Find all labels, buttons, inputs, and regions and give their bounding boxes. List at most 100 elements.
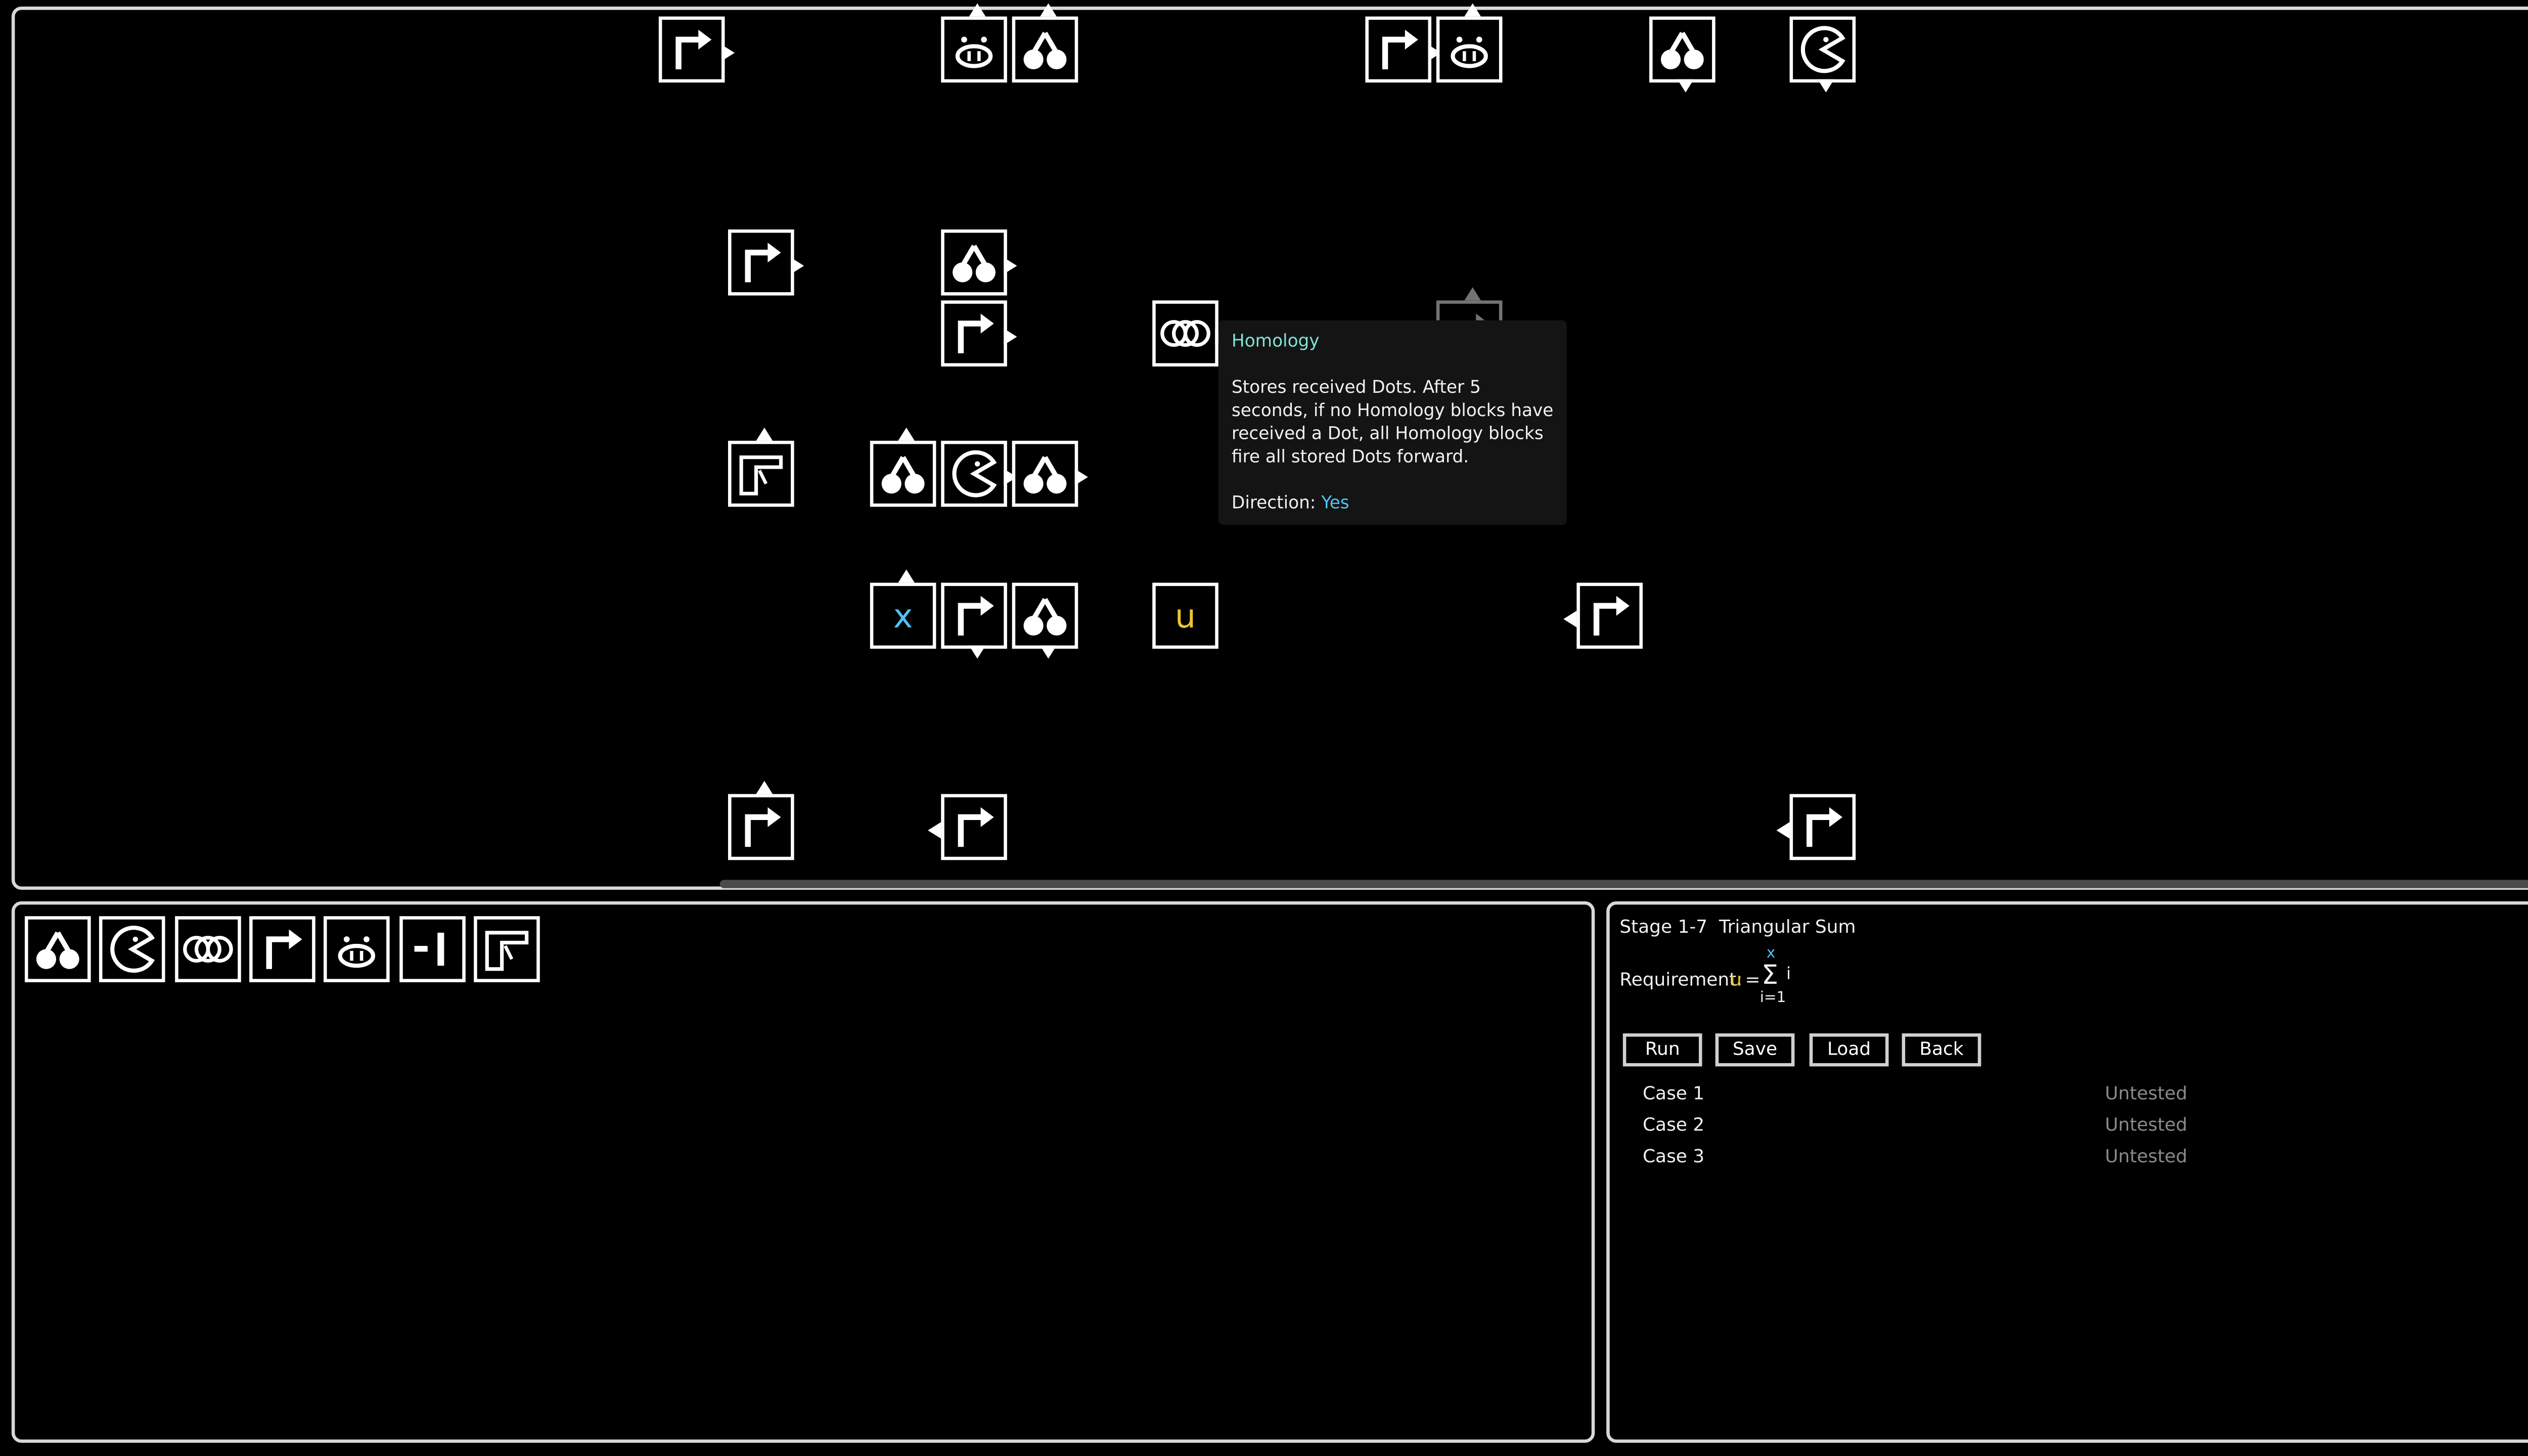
direction-right-icon bbox=[791, 257, 804, 275]
turn-block[interactable] bbox=[1365, 16, 1441, 83]
palette-homology-button[interactable] bbox=[174, 916, 241, 982]
split-block[interactable] bbox=[1649, 16, 1716, 93]
direction-up-icon bbox=[1040, 3, 1057, 17]
direction-right-icon bbox=[721, 44, 735, 61]
turn-icon bbox=[1807, 807, 1843, 847]
direction-down-icon bbox=[1818, 79, 1834, 93]
tooltip-direction-label: Direction: bbox=[1231, 493, 1316, 514]
pacman-icon bbox=[111, 926, 156, 973]
split-block[interactable] bbox=[870, 427, 936, 507]
direction-right-icon bbox=[1004, 328, 1017, 345]
palette-turn-button[interactable] bbox=[249, 916, 315, 982]
turn-icon bbox=[1593, 596, 1630, 636]
palette-gun-button[interactable] bbox=[473, 916, 540, 982]
case-1-status: Untested bbox=[2105, 1083, 2188, 1105]
split-block[interactable] bbox=[1012, 3, 1078, 83]
pacman-icon bbox=[1800, 26, 1845, 73]
case-2-status: Untested bbox=[2105, 1114, 2188, 1136]
gun-icon bbox=[739, 455, 783, 495]
variable-x-label: x bbox=[893, 596, 913, 636]
turn-icon bbox=[958, 596, 994, 636]
variable-u-block[interactable]: u bbox=[1152, 582, 1218, 649]
direction-right-icon bbox=[1004, 257, 1017, 275]
bar-icon bbox=[413, 932, 443, 966]
homology-block[interactable] bbox=[1152, 300, 1229, 367]
case-3-label[interactable]: Case 3 bbox=[1643, 1146, 1704, 1167]
turn-icon bbox=[958, 807, 994, 847]
palette-bar-button[interactable] bbox=[398, 916, 465, 982]
back-button[interactable]: Back bbox=[1902, 1033, 1981, 1067]
split-icon bbox=[1023, 456, 1067, 494]
palette-split-button[interactable] bbox=[24, 916, 91, 982]
turn-block[interactable] bbox=[1776, 794, 1856, 860]
homology-icon bbox=[182, 936, 233, 963]
direction-up-icon bbox=[1464, 3, 1481, 17]
direction-up-icon bbox=[969, 3, 986, 17]
palette-pig-button[interactable] bbox=[324, 916, 390, 982]
requirement-variable: u bbox=[1730, 969, 1742, 991]
direction-right-icon bbox=[1074, 469, 1088, 485]
turn-block[interactable] bbox=[928, 794, 1007, 860]
case-3-status: Untested bbox=[2105, 1146, 2188, 1167]
pacman-block[interactable] bbox=[1789, 16, 1856, 93]
turn-icon bbox=[675, 29, 712, 70]
board-horizontal-scrollbar[interactable] bbox=[719, 880, 2528, 888]
stage-title: Triangular Sum bbox=[1719, 916, 1856, 938]
split-icon bbox=[1660, 31, 1704, 70]
pig-block[interactable] bbox=[1436, 3, 1503, 83]
turn-icon bbox=[745, 807, 781, 847]
requirement-label: Requirement: bbox=[1619, 969, 1743, 991]
block-palette-panel bbox=[11, 901, 1595, 1443]
pacman-block[interactable] bbox=[941, 440, 1017, 507]
direction-up-icon bbox=[756, 427, 773, 441]
direction-left-icon bbox=[1776, 822, 1790, 839]
direction-up-icon bbox=[898, 427, 915, 441]
direction-up-icon bbox=[898, 569, 915, 583]
palette-pacman-button[interactable] bbox=[99, 916, 166, 982]
split-icon bbox=[953, 245, 996, 283]
tooltip-direction-value: Yes bbox=[1321, 493, 1349, 514]
turn-block[interactable] bbox=[1563, 582, 1643, 649]
requirement-equals: = bbox=[1745, 969, 1760, 991]
direction-up-icon bbox=[1464, 287, 1481, 301]
tooltip-title: Homology bbox=[1231, 332, 1320, 352]
split-block[interactable] bbox=[1012, 582, 1078, 659]
stage-number: Stage 1-7 bbox=[1619, 916, 1708, 938]
direction-down-icon bbox=[1677, 79, 1694, 93]
direction-down-icon bbox=[969, 645, 986, 659]
variable-u-label: u bbox=[1175, 596, 1196, 636]
turn-block[interactable] bbox=[941, 300, 1017, 367]
stage-header: Stage 1-7 Triangular Sum bbox=[1619, 916, 1856, 937]
split-block[interactable] bbox=[1012, 440, 1088, 507]
block-tooltip: Homology Stores received Dots. After 5 s… bbox=[1218, 320, 1567, 525]
pig-icon bbox=[338, 936, 376, 968]
tooltip-direction: Direction: Yes bbox=[1232, 492, 1554, 515]
turn-block[interactable] bbox=[941, 582, 1007, 659]
direction-up-icon bbox=[756, 781, 773, 794]
case-2-label[interactable]: Case 2 bbox=[1643, 1114, 1704, 1135]
turn-block[interactable] bbox=[728, 781, 794, 860]
gun-icon bbox=[485, 931, 528, 971]
turn-block[interactable] bbox=[658, 16, 735, 83]
save-button[interactable]: Save bbox=[1715, 1033, 1795, 1067]
sum-symbol: Σ bbox=[1762, 959, 1779, 991]
split-icon bbox=[1023, 598, 1067, 636]
pig-block[interactable] bbox=[941, 3, 1007, 83]
direction-left-icon bbox=[928, 822, 941, 839]
case-1-label[interactable]: Case 1 bbox=[1643, 1083, 1704, 1104]
turn-block[interactable] bbox=[728, 229, 804, 296]
sum-lower-bound: i=1 bbox=[1759, 990, 1786, 1007]
split-icon bbox=[881, 456, 925, 494]
load-button[interactable]: Load bbox=[1809, 1033, 1889, 1067]
sum-term: i bbox=[1786, 966, 1791, 984]
direction-down-icon bbox=[1040, 645, 1057, 659]
turn-icon bbox=[1382, 29, 1418, 70]
turn-icon bbox=[266, 929, 302, 969]
gun-block[interactable] bbox=[728, 427, 794, 507]
split-block[interactable] bbox=[941, 229, 1017, 296]
run-button[interactable]: Run bbox=[1622, 1033, 1702, 1067]
split-icon bbox=[1023, 31, 1067, 70]
variable-x-block[interactable]: x bbox=[870, 569, 936, 649]
tooltip-description: Stores received Dots. After 5 seconds, i… bbox=[1231, 378, 1554, 468]
turn-icon bbox=[745, 242, 781, 283]
